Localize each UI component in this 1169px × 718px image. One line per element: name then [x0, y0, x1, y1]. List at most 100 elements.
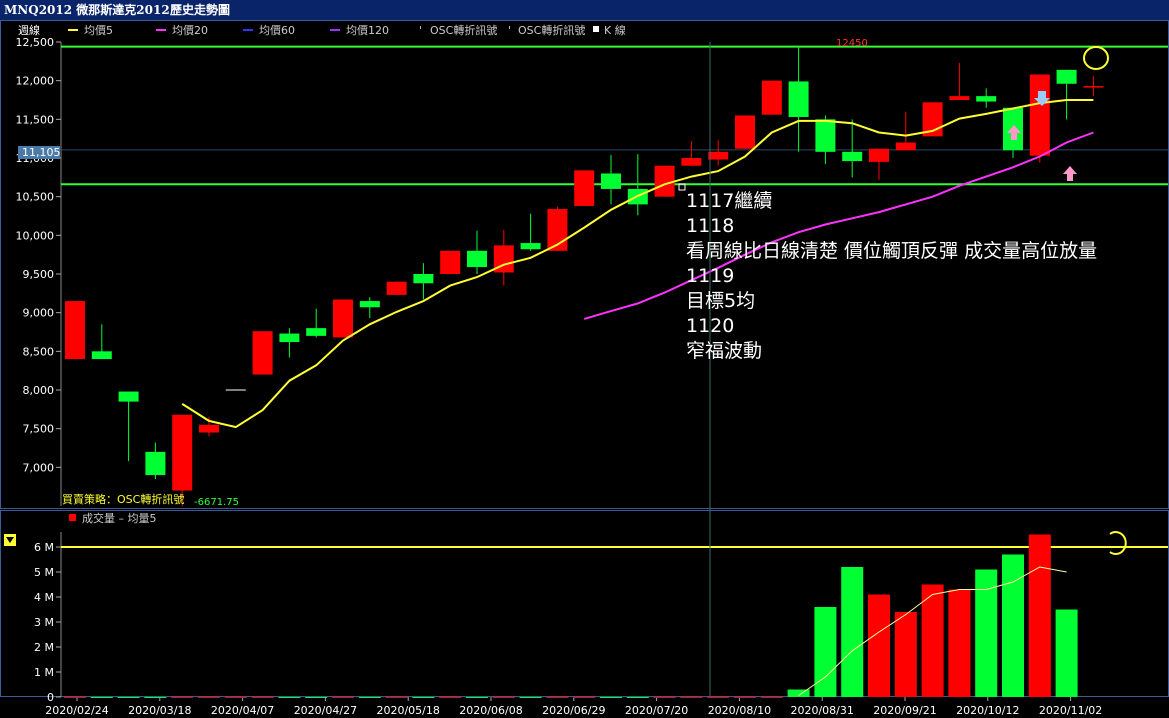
legend-period: 週線: [18, 23, 40, 37]
candle-body: [761, 80, 782, 115]
volume-tick-label: 2 M: [34, 641, 54, 654]
volume-bar: [385, 697, 408, 698]
volume-bar: [358, 697, 381, 698]
volume-bar: [439, 697, 462, 698]
annotation-line-5: 目標5均: [686, 290, 756, 312]
legend-ma120: 均價120: [346, 23, 389, 37]
window-title: MNQ2012 微那斯達克2012: [4, 3, 170, 17]
annotation-line-4: 1119: [686, 265, 735, 287]
candle-body: [172, 414, 193, 491]
highlight-circle-volume: [1109, 531, 1127, 555]
price-tick-label: 7,500: [23, 423, 55, 436]
volume-bar: [224, 697, 247, 698]
x-tick-label: 2020/04/07: [211, 704, 274, 717]
volume-bar: [653, 697, 676, 698]
volume-bar: [332, 697, 354, 698]
volume-bar: [519, 697, 542, 698]
candle-body: [333, 299, 353, 338]
volume-bar: [198, 697, 220, 698]
volume-bar: [492, 697, 515, 698]
candle-body: [413, 274, 434, 284]
volume-bar: [171, 697, 194, 698]
volume-bar: [278, 697, 301, 698]
volume-tick-label: 5 M: [34, 566, 54, 579]
price-tick-label: 8,000: [23, 384, 55, 397]
candle-body: [65, 301, 85, 360]
price-tick-label: 9,500: [23, 268, 55, 281]
x-tick-label: 2020/07/20: [625, 704, 688, 717]
candle-body: [199, 424, 219, 433]
ma20-line: [583, 131, 1094, 320]
price-tick-label: 9,000: [23, 307, 55, 320]
volume-bar: [1055, 609, 1078, 697]
candle-body: [118, 391, 139, 402]
volume-bar: [117, 697, 140, 698]
annotation-line-1: 1117繼續: [686, 190, 773, 212]
volume-bar: [90, 697, 113, 698]
current-price-tag: 11,105: [22, 146, 61, 159]
candle-body: [601, 173, 621, 189]
strategy-value: -6671.75: [194, 497, 239, 508]
volume-bar: [707, 697, 730, 698]
x-tick-label: 2020/06/08: [459, 704, 522, 717]
window-title-bar: MNQ2012 微那斯達克2012 歷史走勢圖: [0, 0, 1169, 20]
legend-ma20: 均價20: [172, 23, 208, 37]
x-tick-label: 2020/08/31: [790, 704, 853, 717]
legend-kline: K 線: [604, 23, 626, 37]
volume-tick-label: 3 M: [34, 616, 54, 629]
x-tick-label: 2020/09/21: [873, 704, 936, 717]
volume-bar: [921, 584, 944, 697]
candle-body: [815, 119, 836, 152]
price-tick-label: 12,000: [16, 75, 55, 88]
legend-kline-swatch: [593, 26, 599, 32]
volume-tick-label: 4 M: [34, 591, 54, 604]
legend-ma60: 均價60: [259, 23, 295, 37]
volume-bar: [305, 697, 328, 698]
volume-bar: [1002, 554, 1024, 697]
volume-bar: [251, 697, 274, 698]
candle-body: [1029, 74, 1050, 156]
volume-bar: [814, 607, 837, 697]
x-tick-label: 2020/08/10: [708, 704, 771, 717]
annotation-line-7: 窄福波動: [686, 340, 763, 362]
legend-osc1-marker: ': [419, 24, 422, 37]
price-tick-label: 10,000: [16, 229, 55, 242]
annotation-line-3: 看周線比日線清楚 價位觸頂反彈 成交量高位放量: [686, 240, 1098, 262]
volume-tick-label: 0: [47, 691, 54, 704]
candle-body: [708, 151, 729, 160]
x-tick-label: 2020/10/12: [956, 704, 1019, 717]
legend-osc2-marker: ': [508, 24, 511, 37]
volume-bar: [412, 697, 435, 698]
candle-body: [681, 158, 702, 166]
candle-body: [654, 165, 675, 197]
candle-body: [252, 331, 273, 375]
volume-bar: [546, 697, 569, 698]
candle-body: [1056, 69, 1077, 84]
candle-body: [574, 170, 595, 206]
candle-body: [386, 281, 407, 295]
x-tick-label: 2020/02/24: [45, 704, 108, 717]
annotation-line-2: 1118: [686, 215, 735, 237]
candle-body: [895, 142, 916, 151]
price-tick-label: 11,500: [16, 113, 55, 126]
volume-bar: [975, 569, 998, 697]
volume-legend-volume: 成交量: [82, 511, 115, 525]
x-tick-label: 2020/04/27: [294, 704, 357, 717]
volume-bar: [1028, 534, 1051, 697]
candle-body: [842, 151, 863, 162]
price-tick-label: 8,500: [23, 345, 55, 358]
volume-legend-swatch: [69, 514, 76, 521]
x-tick-label: 2020/03/18: [128, 704, 191, 717]
candle-body: [949, 96, 970, 100]
price-tick-label: 10,500: [16, 191, 55, 204]
candle-body: [1083, 86, 1104, 88]
candle-body: [440, 250, 461, 274]
candle-body: [869, 148, 889, 162]
highlight-circle-price: [1083, 46, 1109, 70]
price-volume-chart: 週線 均價5 均價20 均價60 均價120 ' OSC轉折訊號 ' OSC轉折…: [0, 20, 1169, 717]
legend-osc2: OSC轉折訊號: [518, 23, 585, 37]
volume-bar: [64, 697, 86, 698]
volume-bar: [841, 567, 864, 697]
buy-signal-arrow-2: [1063, 166, 1077, 181]
volume-legend-ma: 均量5: [128, 512, 157, 525]
